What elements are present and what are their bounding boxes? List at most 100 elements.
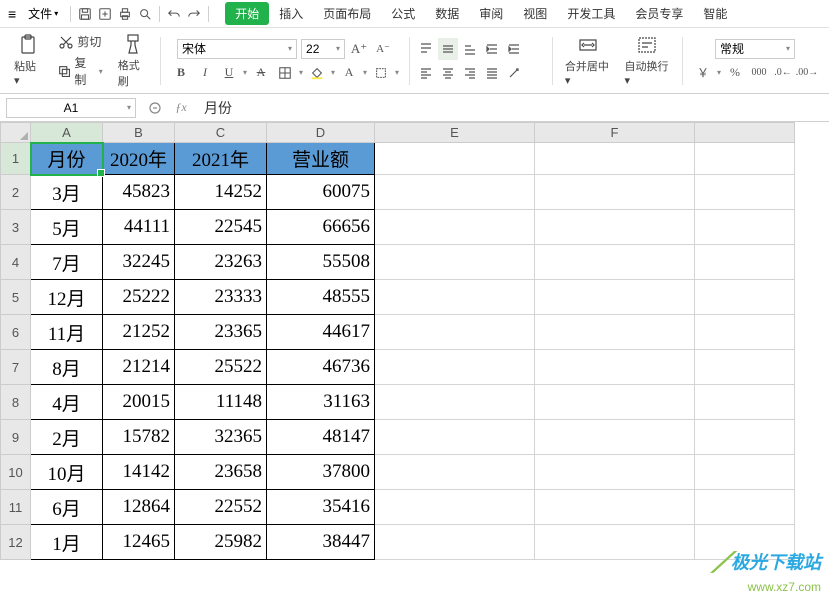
comma-icon[interactable]: 000	[749, 63, 769, 83]
row-header[interactable]: 2	[1, 175, 31, 210]
cell[interactable]: 25982	[175, 525, 267, 560]
cell[interactable]: 48147	[267, 420, 375, 455]
cell[interactable]: 22545	[175, 210, 267, 245]
col-header[interactable]: A	[31, 123, 103, 143]
number-format-select[interactable]: 常规▾	[715, 39, 795, 59]
highlight-button[interactable]	[371, 63, 391, 83]
cell[interactable]	[535, 490, 695, 525]
name-box[interactable]: A1▾	[6, 98, 136, 118]
select-all-corner[interactable]	[1, 123, 31, 143]
hamburger-icon[interactable]: ≡	[4, 6, 20, 22]
tab-smart[interactable]: 智能	[693, 2, 737, 25]
row-header[interactable]: 1	[1, 143, 31, 175]
cell[interactable]: 14252	[175, 175, 267, 210]
row-header[interactable]: 12	[1, 525, 31, 560]
print-icon[interactable]	[115, 4, 135, 24]
decrease-font-icon[interactable]: A⁻	[373, 39, 393, 59]
redo-icon[interactable]	[184, 4, 204, 24]
cell[interactable]: 11月	[31, 315, 103, 350]
cell[interactable]: 15782	[103, 420, 175, 455]
cell[interactable]: 3月	[31, 175, 103, 210]
cell[interactable]: 2月	[31, 420, 103, 455]
cell[interactable]	[535, 525, 695, 560]
cell[interactable]: 20015	[103, 385, 175, 420]
cell[interactable]: 60075	[267, 175, 375, 210]
cell[interactable]	[375, 143, 535, 175]
cell[interactable]: 2020年	[103, 143, 175, 175]
fill-color-button[interactable]	[307, 63, 327, 83]
save-icon[interactable]	[75, 4, 95, 24]
cell[interactable]: 8月	[31, 350, 103, 385]
italic-button[interactable]: I	[195, 63, 215, 83]
cell[interactable]: 21214	[103, 350, 175, 385]
cell[interactable]	[535, 455, 695, 490]
cell[interactable]: 66656	[267, 210, 375, 245]
cell[interactable]	[535, 420, 695, 455]
cell[interactable]: 32245	[103, 245, 175, 280]
row-header[interactable]: 8	[1, 385, 31, 420]
cell[interactable]	[375, 420, 535, 455]
cell[interactable]	[695, 175, 795, 210]
tab-review[interactable]: 审阅	[469, 2, 513, 25]
cell[interactable]: 1月	[31, 525, 103, 560]
cell[interactable]: 25222	[103, 280, 175, 315]
align-top-icon[interactable]	[416, 38, 436, 60]
cell[interactable]	[695, 385, 795, 420]
cell[interactable]: 45823	[103, 175, 175, 210]
fx-icon[interactable]: ƒx	[172, 99, 190, 117]
indent-decrease-icon[interactable]	[482, 38, 502, 60]
col-header[interactable]: B	[103, 123, 175, 143]
row-header[interactable]: 5	[1, 280, 31, 315]
cell[interactable]: 12月	[31, 280, 103, 315]
font-name-select[interactable]: 宋体▾	[177, 39, 297, 59]
tab-insert[interactable]: 插入	[269, 2, 313, 25]
col-header[interactable]: D	[267, 123, 375, 143]
align-left-icon[interactable]	[416, 62, 436, 84]
cell[interactable]	[695, 420, 795, 455]
cancel-icon[interactable]	[146, 99, 164, 117]
cell[interactable]: 14142	[103, 455, 175, 490]
cell[interactable]: 12864	[103, 490, 175, 525]
cell[interactable]: 7月	[31, 245, 103, 280]
cell[interactable]	[535, 245, 695, 280]
cell[interactable]	[535, 385, 695, 420]
paste-button[interactable]: 粘贴 ▾	[8, 32, 48, 89]
cell[interactable]: 31163	[267, 385, 375, 420]
cell[interactable]	[375, 280, 535, 315]
cell[interactable]: 22552	[175, 490, 267, 525]
cell[interactable]	[695, 280, 795, 315]
copy-button[interactable]: 复制▾	[54, 53, 106, 89]
cell[interactable]	[375, 350, 535, 385]
cell[interactable]: 38447	[267, 525, 375, 560]
col-header[interactable]	[695, 123, 795, 143]
cell[interactable]	[375, 455, 535, 490]
cell[interactable]: 37800	[267, 455, 375, 490]
align-center-icon[interactable]	[438, 62, 458, 84]
cell[interactable]	[695, 315, 795, 350]
justify-icon[interactable]	[482, 62, 502, 84]
cell[interactable]: 4月	[31, 385, 103, 420]
wrap-text-button[interactable]: 自动换行▾	[618, 32, 676, 89]
cell[interactable]	[695, 490, 795, 525]
row-header[interactable]: 10	[1, 455, 31, 490]
formula-value[interactable]: 月份	[198, 98, 238, 118]
decrease-decimal-icon[interactable]: .0←	[773, 63, 793, 83]
cell[interactable]: 32365	[175, 420, 267, 455]
cell[interactable]	[695, 350, 795, 385]
cell[interactable]: 月份	[31, 143, 103, 175]
strike-button[interactable]: A	[251, 63, 271, 83]
cell[interactable]: 11148	[175, 385, 267, 420]
cell[interactable]	[375, 245, 535, 280]
cell[interactable]	[375, 175, 535, 210]
cell[interactable]: 23333	[175, 280, 267, 315]
cell[interactable]: 12465	[103, 525, 175, 560]
cell[interactable]	[535, 175, 695, 210]
cell[interactable]: 46736	[267, 350, 375, 385]
cell[interactable]: 2021年	[175, 143, 267, 175]
tab-home[interactable]: 开始	[225, 2, 269, 25]
file-menu[interactable]: 文件	[20, 3, 66, 24]
underline-button[interactable]: U	[219, 63, 239, 83]
cell[interactable]	[375, 525, 535, 560]
col-header[interactable]: C	[175, 123, 267, 143]
row-header[interactable]: 4	[1, 245, 31, 280]
